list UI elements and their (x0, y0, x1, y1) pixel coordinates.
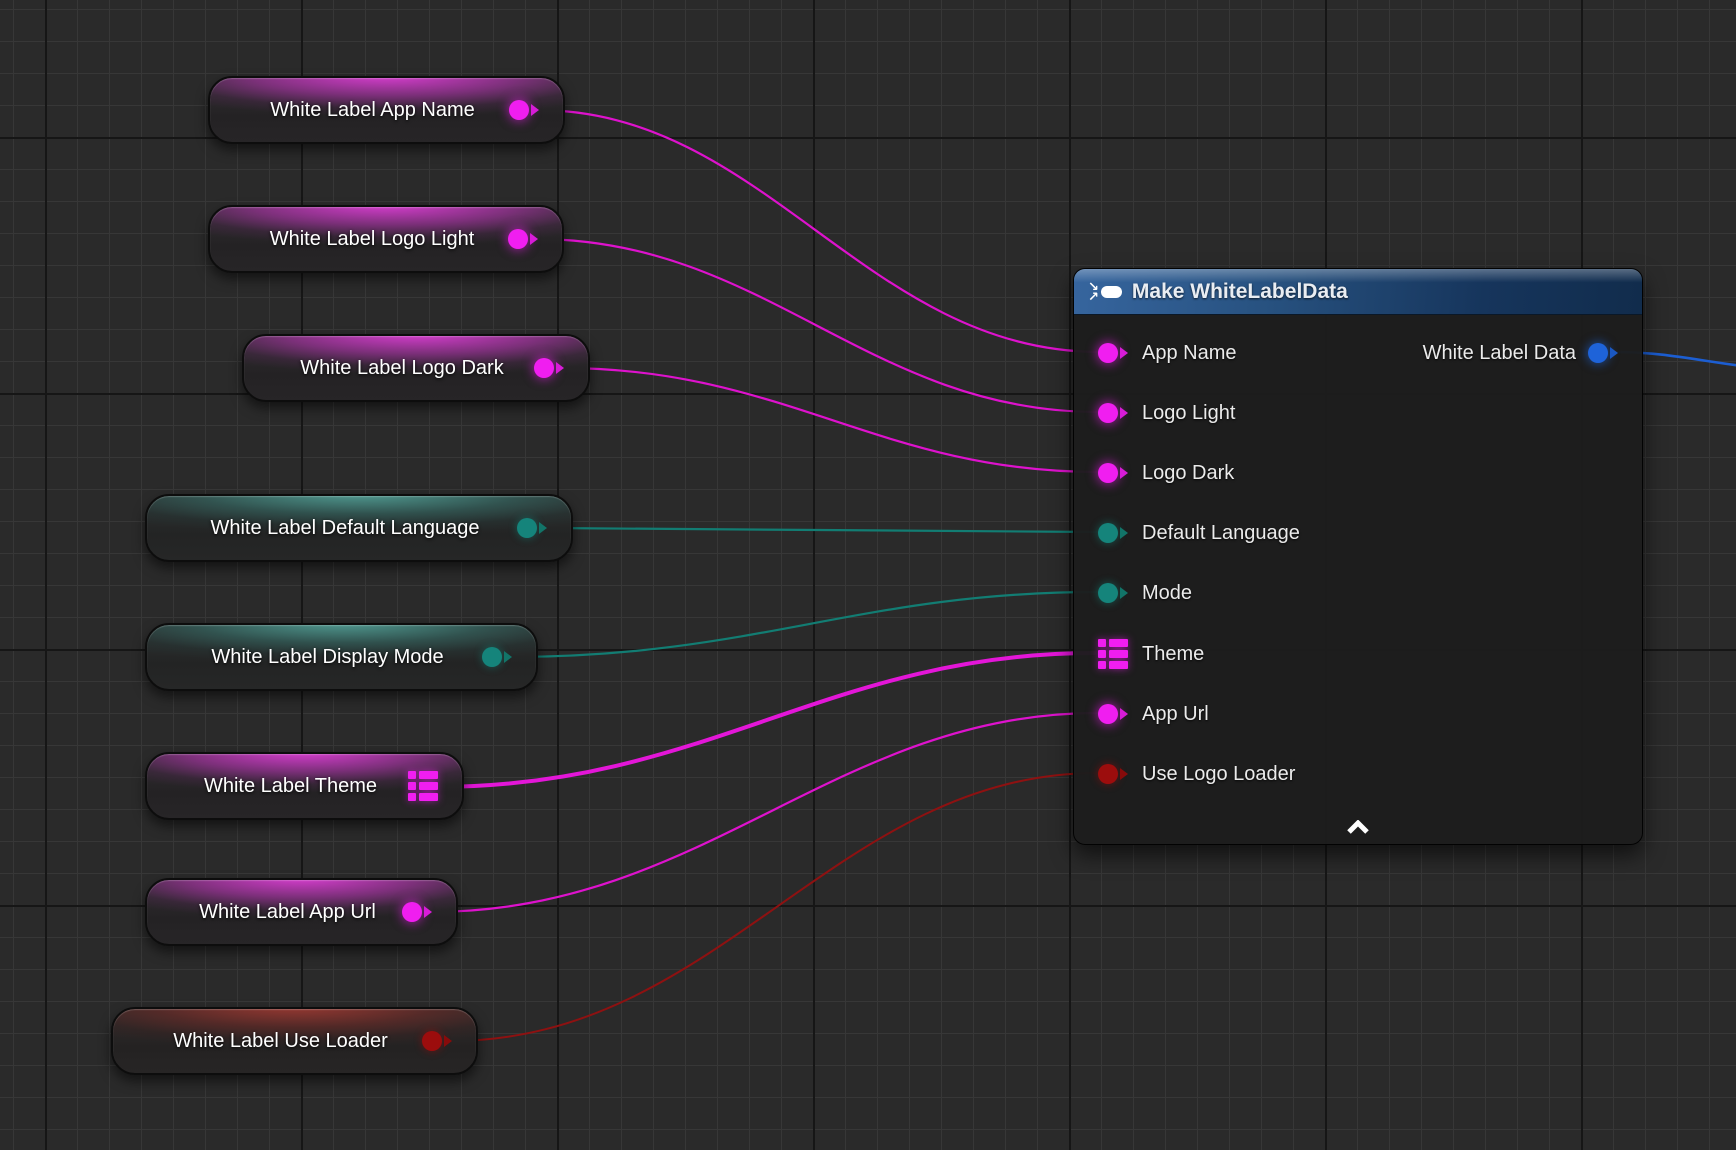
output-pin-string[interactable] (534, 358, 564, 378)
input-pin-row-logo-dark[interactable]: Logo Dark (1074, 453, 1642, 493)
variable-node-label: White Label Logo Light (236, 228, 508, 251)
wire-app-url (430, 713, 1098, 912)
make-whitelabeldata-node[interactable]: ↘↗ Make WhiteLabelData App Name Logo Lig… (1073, 268, 1643, 845)
make-struct-icon: ↘↗ (1088, 282, 1122, 302)
pin-label: Logo Dark (1142, 462, 1234, 485)
struct-pin-icon (408, 771, 438, 801)
pin-arrow-icon (504, 651, 512, 663)
pin-circle (517, 518, 537, 538)
wire-use-loader (450, 773, 1098, 1041)
variable-node-label: White Label Logo Dark (270, 357, 534, 380)
variable-node-label: White Label App Name (236, 99, 509, 122)
output-pin-string[interactable] (402, 902, 432, 922)
pin-label: Use Logo Loader (1142, 763, 1295, 786)
struct-pin-icon[interactable] (1098, 639, 1128, 669)
variable-node-white-label-logo-light[interactable]: White Label Logo Light (208, 205, 564, 273)
pin-circle (402, 902, 422, 922)
variable-node-label: White Label Theme (173, 775, 408, 798)
blueprint-graph-canvas[interactable]: White Label App Name White Label Logo Li… (0, 0, 1736, 1150)
variable-node-label: White Label Use Loader (139, 1030, 422, 1053)
pin-arrow-icon (1120, 407, 1128, 419)
node-title: Make WhiteLabelData (1132, 280, 1348, 304)
pin-arrow-icon (530, 233, 538, 245)
input-pin-row-mode[interactable]: Mode (1074, 573, 1642, 613)
variable-node-white-label-use-loader[interactable]: White Label Use Loader (111, 1007, 478, 1075)
output-pin-string[interactable] (509, 100, 539, 120)
pin-arrow-icon (556, 362, 564, 374)
input-pin-enum[interactable] (1098, 523, 1118, 543)
pin-arrow-icon (1120, 467, 1128, 479)
variable-node-white-label-logo-dark[interactable]: White Label Logo Dark (242, 334, 590, 402)
wire-logo-light (536, 239, 1098, 412)
input-pin-string[interactable] (1098, 463, 1118, 483)
input-pin-row-default-language[interactable]: Default Language (1074, 513, 1642, 553)
variable-node-label: White Label App Url (173, 901, 402, 924)
output-pin-struct[interactable] (1588, 343, 1608, 363)
variable-node-white-label-display-mode[interactable]: White Label Display Mode (145, 623, 538, 691)
wire-logo-dark (562, 368, 1098, 472)
output-pin-struct[interactable] (408, 771, 438, 801)
output-pin-row-white-label-data[interactable]: White Label Data (1074, 333, 1642, 373)
input-pin-string[interactable] (1098, 704, 1118, 724)
input-pin-row-logo-light[interactable]: Logo Light (1074, 393, 1642, 433)
pin-circle (422, 1031, 442, 1051)
merge-arrows-icon: ↘↗ (1088, 282, 1099, 302)
input-pin-bool[interactable] (1098, 764, 1118, 784)
collapse-node-button[interactable] (1340, 817, 1376, 837)
pill-icon (1101, 286, 1122, 298)
pin-arrow-icon (531, 104, 539, 116)
variable-node-label: White Label Display Mode (173, 646, 482, 669)
pin-arrow-icon (539, 522, 547, 534)
pin-circle (482, 647, 502, 667)
pin-circle (509, 100, 529, 120)
pin-arrow-icon (444, 1035, 452, 1047)
variable-node-white-label-app-name[interactable]: White Label App Name (208, 76, 565, 144)
variable-node-white-label-app-url[interactable]: White Label App Url (145, 878, 458, 946)
pin-arrow-icon (1120, 708, 1128, 720)
pin-label: Default Language (1142, 522, 1300, 545)
pin-label: Theme (1142, 643, 1204, 666)
pin-label: White Label Data (1423, 342, 1576, 365)
input-pin-enum[interactable] (1098, 583, 1118, 603)
wire-display-mode (510, 592, 1098, 657)
pin-label: App Url (1142, 703, 1209, 726)
pin-label: Logo Light (1142, 402, 1235, 425)
variable-node-label: White Label Default Language (173, 517, 517, 540)
pin-circle (534, 358, 554, 378)
wire-app-name (537, 110, 1098, 352)
pin-arrow-icon (1120, 587, 1128, 599)
variable-node-white-label-theme[interactable]: White Label Theme (145, 752, 464, 820)
pin-arrow-icon (1120, 768, 1128, 780)
pin-label: Mode (1142, 582, 1192, 605)
input-pin-row-use-logo-loader[interactable]: Use Logo Loader (1074, 754, 1642, 794)
output-pin-enum[interactable] (517, 518, 547, 538)
output-pin-enum[interactable] (482, 647, 512, 667)
pin-arrow-icon (1610, 347, 1618, 359)
wire-default-language (545, 528, 1098, 532)
output-pin-string[interactable] (508, 229, 538, 249)
pin-circle (508, 229, 528, 249)
input-pin-row-app-url[interactable]: App Url (1074, 694, 1642, 734)
pin-arrow-icon (424, 906, 432, 918)
variable-node-white-label-default-language[interactable]: White Label Default Language (145, 494, 573, 562)
input-pin-string[interactable] (1098, 403, 1118, 423)
pin-arrow-icon (1120, 527, 1128, 539)
chevron-up-icon (1345, 820, 1371, 835)
input-pin-row-theme[interactable]: Theme (1074, 634, 1642, 674)
output-pin-bool[interactable] (422, 1031, 452, 1051)
node-header[interactable]: ↘↗ Make WhiteLabelData (1074, 269, 1642, 315)
